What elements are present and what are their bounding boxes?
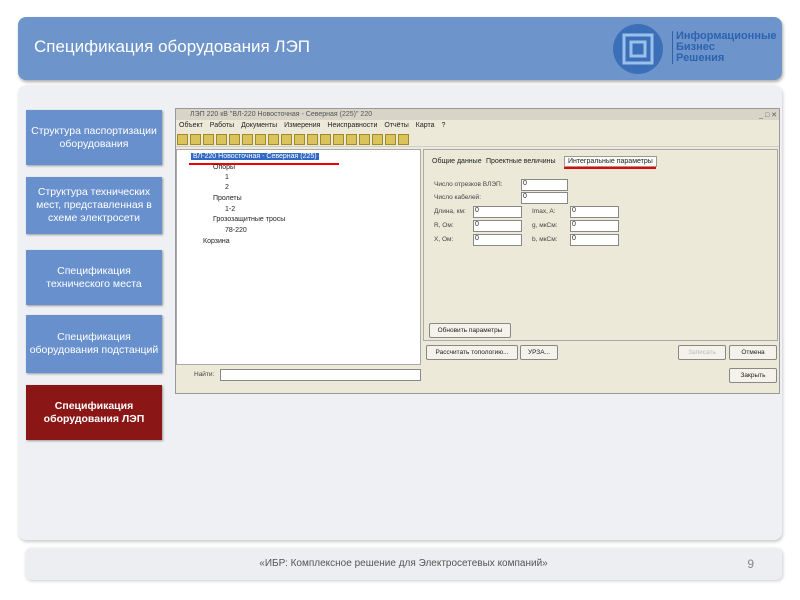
comment-icon[interactable]: [294, 134, 305, 145]
tree-cable-78-220[interactable]: 78-220: [225, 227, 247, 234]
menu-documents[interactable]: Документы: [241, 122, 277, 129]
g-label: g, мкСм:: [532, 222, 558, 229]
app-window: ЛЭП 220 кВ "ВЛ-220 Новосточная - Северна…: [175, 108, 780, 394]
segments-field[interactable]: 0: [521, 179, 568, 191]
tree-trash[interactable]: Корзина: [203, 238, 230, 245]
window-controls[interactable]: _ □ ✕: [759, 110, 777, 121]
menu-measurements[interactable]: Измерения: [284, 122, 320, 129]
edit-icon[interactable]: [242, 134, 253, 145]
footer-text: «ИБР: Комплексное решение для Электросет…: [259, 558, 548, 569]
menu-reports[interactable]: Отчёты: [384, 122, 408, 129]
g-field[interactable]: 0: [570, 220, 619, 232]
page-number: 9: [747, 557, 754, 571]
menu-bar: Объект Работы Документы Измерения Неиспр…: [176, 120, 779, 132]
urza-button[interactable]: УРЗА...: [520, 345, 558, 360]
tools-icon[interactable]: [307, 134, 318, 145]
folder-icon[interactable]: [190, 134, 201, 145]
refresh-params-button[interactable]: Обновить параметры: [429, 323, 511, 338]
highlight-underline: [564, 167, 656, 169]
tree-root[interactable]: ВЛ-220 Новосточная - Северная (225): [191, 153, 319, 160]
menu-faults[interactable]: Неисправности: [327, 122, 377, 129]
object-tree: ВЛ-220 Новосточная - Северная (225) Опор…: [176, 149, 421, 365]
properties-panel: Общие данные Проектные величины Интеграл…: [423, 149, 778, 341]
length-field[interactable]: 0: [473, 206, 522, 218]
tree-spans[interactable]: Пролеты: [213, 195, 242, 202]
x-field[interactable]: 0: [473, 234, 522, 246]
page-title: Спецификация оборудования ЛЭП: [34, 37, 311, 56]
hand-icon[interactable]: [359, 134, 370, 145]
highlight-underline: [189, 163, 339, 165]
b-label: b, мкСм:: [532, 236, 558, 243]
header-bar: Спецификация оборудования ЛЭП Информацио…: [18, 17, 782, 80]
calc-topology-button[interactable]: Рассчитать топологию...: [426, 345, 518, 360]
tree-span-1-2[interactable]: 1-2: [225, 206, 235, 213]
filter-icon[interactable]: [398, 134, 409, 145]
zoom-icon[interactable]: [372, 134, 383, 145]
tree-support-1[interactable]: 1: [225, 174, 229, 181]
open-icon[interactable]: [177, 134, 188, 145]
logo-spiral-icon: [613, 24, 663, 74]
sidebar-item-passport-structure[interactable]: Структура паспортизации оборудования: [26, 110, 162, 165]
window-title: ЛЭП 220 кВ "ВЛ-220 Новосточная - Северна…: [190, 111, 373, 118]
menu-works[interactable]: Работы: [210, 122, 234, 129]
up-icon[interactable]: [203, 134, 214, 145]
logo-line: Решения: [676, 52, 725, 64]
b-field[interactable]: 0: [570, 234, 619, 246]
r-field[interactable]: 0: [473, 220, 522, 232]
paste-icon[interactable]: [346, 134, 357, 145]
sidebar-item-technical-places[interactable]: Структура технических мест, представленн…: [26, 177, 162, 234]
settings-icon[interactable]: [320, 134, 331, 145]
cancel-button[interactable]: Отмена: [729, 345, 777, 360]
delete-icon[interactable]: [255, 134, 266, 145]
down-icon[interactable]: [216, 134, 227, 145]
menu-map[interactable]: Карта: [416, 122, 435, 129]
window-titlebar: ЛЭП 220 кВ "ВЛ-220 Новосточная - Северна…: [176, 109, 779, 120]
menu-object[interactable]: Объект: [179, 122, 203, 129]
length-label: Длина, км:: [434, 208, 466, 215]
copy-icon[interactable]: [333, 134, 344, 145]
footer: «ИБР: Комплексное решение для Электросет…: [25, 548, 782, 580]
tab-design[interactable]: Проектные величины: [486, 158, 556, 165]
segments-label: Число отрезков ВЛЭП:: [434, 181, 503, 188]
info-icon[interactable]: [268, 134, 279, 145]
x-label: X, Ом:: [434, 236, 454, 243]
imax-label: Imax, A:: [532, 208, 556, 215]
globe-icon[interactable]: [229, 134, 240, 145]
imax-field[interactable]: 0: [570, 206, 619, 218]
save-button[interactable]: Записать: [678, 345, 726, 360]
search-label: Найти:: [194, 371, 215, 378]
tree-support-2[interactable]: 2: [225, 184, 229, 191]
sidebar-item-place-spec[interactable]: Спецификация технического места: [26, 250, 162, 305]
cables-label: Число кабелей:: [434, 194, 481, 201]
sidebar-item-substation-spec[interactable]: Спецификация оборудования подстанций: [26, 315, 162, 373]
sidebar-item-line-spec[interactable]: Спецификация оборудования ЛЭП: [26, 385, 162, 440]
tab-integral[interactable]: Интегральные параметры: [564, 156, 657, 167]
tree-supports[interactable]: Опоры: [213, 164, 235, 171]
menu-help[interactable]: ?: [441, 122, 445, 129]
search-input[interactable]: [220, 369, 421, 381]
toolbar: [176, 132, 779, 147]
chart-icon[interactable]: [281, 134, 292, 145]
r-label: R, Ом:: [434, 222, 454, 229]
tab-general[interactable]: Общие данные: [432, 158, 482, 165]
report-icon[interactable]: [385, 134, 396, 145]
cables-field[interactable]: 0: [521, 192, 568, 204]
company-logo: Информационные Бизнес Решения: [610, 23, 776, 75]
close-button[interactable]: Закрыть: [729, 368, 777, 383]
tree-cables[interactable]: Грозозащитные тросы: [213, 216, 285, 223]
